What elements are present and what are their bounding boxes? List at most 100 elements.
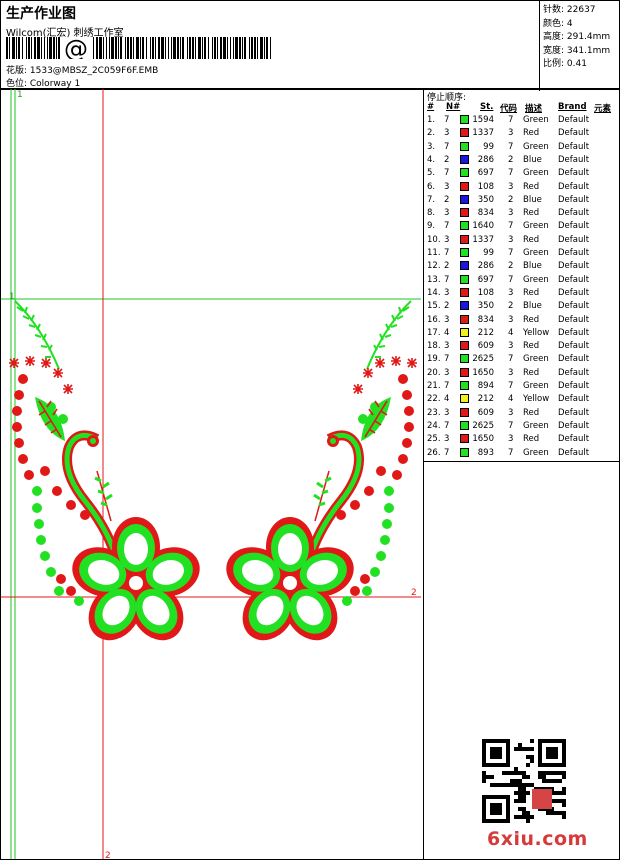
barcode-bar	[220, 37, 222, 59]
color-swatch	[460, 154, 469, 164]
table-row[interactable]: 19. 7 2625 7 Green Default	[424, 354, 620, 367]
table-row[interactable]: 10. 3 1337 3 Red Default	[424, 234, 620, 248]
barcode-bar	[227, 37, 228, 59]
row-code: 7	[508, 354, 514, 365]
table-row[interactable]: 22. 4 212 4 Yellow Default	[424, 394, 620, 407]
row-index: 13.	[427, 274, 441, 285]
row-stitches: 834	[477, 208, 494, 219]
color-swatch	[460, 248, 469, 257]
guide-label-h1: 1	[9, 292, 15, 302]
table-row[interactable]: 9. 7 1640 7 Green Default	[424, 221, 620, 234]
barcode-bar	[230, 37, 231, 59]
table-row[interactable]: 25. 3 1650 3 Red Default	[424, 434, 620, 447]
row-code: 3	[508, 434, 514, 445]
row-stitches: 2625	[472, 354, 494, 365]
color-swatch	[460, 420, 469, 430]
barcode-bar	[182, 37, 184, 59]
barcode-bar	[257, 37, 258, 59]
barcode-bar	[34, 37, 36, 59]
row-brand: Default	[558, 381, 590, 391]
barcode: @	[6, 37, 271, 59]
row-code: 2	[508, 301, 514, 312]
page-title: 生产作业图	[6, 6, 76, 22]
row-index: 9.	[427, 221, 436, 232]
barcode-bar	[12, 37, 15, 59]
table-row[interactable]: 11. 7 99 7 Green Default	[424, 248, 620, 261]
color-swatch	[460, 274, 469, 284]
barcode-bar	[47, 37, 48, 59]
row-index: 5.	[427, 168, 436, 179]
barcode-bar	[168, 37, 169, 59]
table-row[interactable]: 23. 3 609 3 Red Default	[424, 407, 620, 421]
row-brand: Default	[558, 301, 590, 312]
barcode-bar	[26, 37, 27, 59]
row-code: 3	[508, 314, 514, 325]
row-description: Green	[523, 274, 549, 285]
row-code: 3	[508, 128, 514, 139]
row-description: Green	[523, 168, 549, 179]
row-description: Green	[523, 141, 549, 152]
barcode-bar	[235, 37, 238, 59]
row-needle: 3	[444, 407, 450, 418]
row-brand: Default	[558, 154, 590, 165]
barcode-bar	[53, 37, 55, 59]
table-row[interactable]: 21. 7 894 7 Green Default	[424, 381, 620, 394]
table-row[interactable]: 1. 7 1594 7 Green Default	[424, 115, 620, 128]
table-row[interactable]: 15. 2 350 2 Blue Default	[424, 301, 620, 314]
row-needle: 3	[444, 287, 450, 298]
table-row[interactable]: 3. 7 99 7 Green Default	[424, 141, 620, 155]
table-row[interactable]: 24. 7 2625 7 Green Default	[424, 420, 620, 434]
barcode-bar	[223, 37, 226, 59]
table-row[interactable]: 5. 7 697 7 Green Default	[424, 168, 620, 181]
barcode-bar	[233, 37, 234, 59]
barcode-bar	[251, 37, 253, 59]
qr-code[interactable]	[482, 739, 566, 823]
barcode-bar	[58, 37, 60, 59]
table-row[interactable]: 7. 2 350 2 Blue Default	[424, 194, 620, 208]
design-file-label: 花版: 1533@MBSZ_2C059F6F.EMB	[6, 66, 159, 76]
row-description: Red	[523, 341, 540, 352]
row-index: 7.	[427, 194, 436, 205]
table-row[interactable]: 8. 3 834 3 Red Default	[424, 208, 620, 221]
barcode-bar	[44, 37, 45, 59]
row-needle: 3	[444, 434, 450, 445]
row-index: 11.	[427, 248, 441, 258]
table-row[interactable]: 26. 7 893 7 Green Default	[424, 447, 620, 461]
row-stitches: 609	[477, 341, 494, 352]
table-row[interactable]: 4. 2 286 2 Blue Default	[424, 154, 620, 168]
row-description: Green	[523, 420, 549, 431]
color-swatch	[460, 354, 469, 364]
barcode-bar	[198, 37, 201, 59]
table-row[interactable]: 16. 3 834 3 Red Default	[424, 314, 620, 328]
barcode-bar	[37, 37, 40, 59]
barcode-bar	[214, 37, 216, 59]
table-row[interactable]: 17. 4 212 4 Yellow Default	[424, 327, 620, 341]
barcode-bar	[202, 37, 203, 59]
color-swatch	[460, 115, 469, 124]
row-index: 3.	[427, 141, 436, 152]
stats-panel: 针数: 22637 颜色: 4 高度: 291.4mm 宽度: 341.1mm …	[539, 1, 620, 91]
barcode-bar	[115, 37, 117, 59]
row-brand: Default	[558, 327, 590, 338]
color-swatch	[460, 194, 469, 204]
table-row[interactable]: 18. 3 609 3 Red Default	[424, 341, 620, 354]
table-row[interactable]: 13. 7 697 7 Green Default	[424, 274, 620, 288]
table-row[interactable]: 6. 3 108 3 Red Default	[424, 181, 620, 195]
table-row[interactable]: 12. 2 286 2 Blue Default	[424, 261, 620, 274]
barcode-bar	[212, 37, 213, 59]
barcode-bar	[244, 37, 246, 59]
stop-sequence-panel: 停止顺序: # N# St. 代码 描述 Brand 元素 1. 7 1594 7 Gr…	[423, 88, 620, 462]
row-code: 3	[508, 181, 514, 192]
barcode-bar	[158, 37, 160, 59]
barcode-bar	[249, 37, 250, 59]
color-swatch	[460, 341, 469, 351]
row-brand: Default	[558, 248, 590, 258]
barcode-bar	[125, 37, 126, 59]
table-row[interactable]: 2. 3 1337 3 Red Default	[424, 128, 620, 141]
design-canvas[interactable]: 1 1 2 2	[0, 88, 424, 860]
table-row[interactable]: 14. 3 108 3 Red Default	[424, 287, 620, 301]
table-row[interactable]: 20. 3 1650 3 Red Default	[424, 367, 620, 381]
row-description: Red	[523, 128, 540, 139]
color-swatch	[460, 407, 469, 417]
color-swatch	[460, 141, 469, 151]
